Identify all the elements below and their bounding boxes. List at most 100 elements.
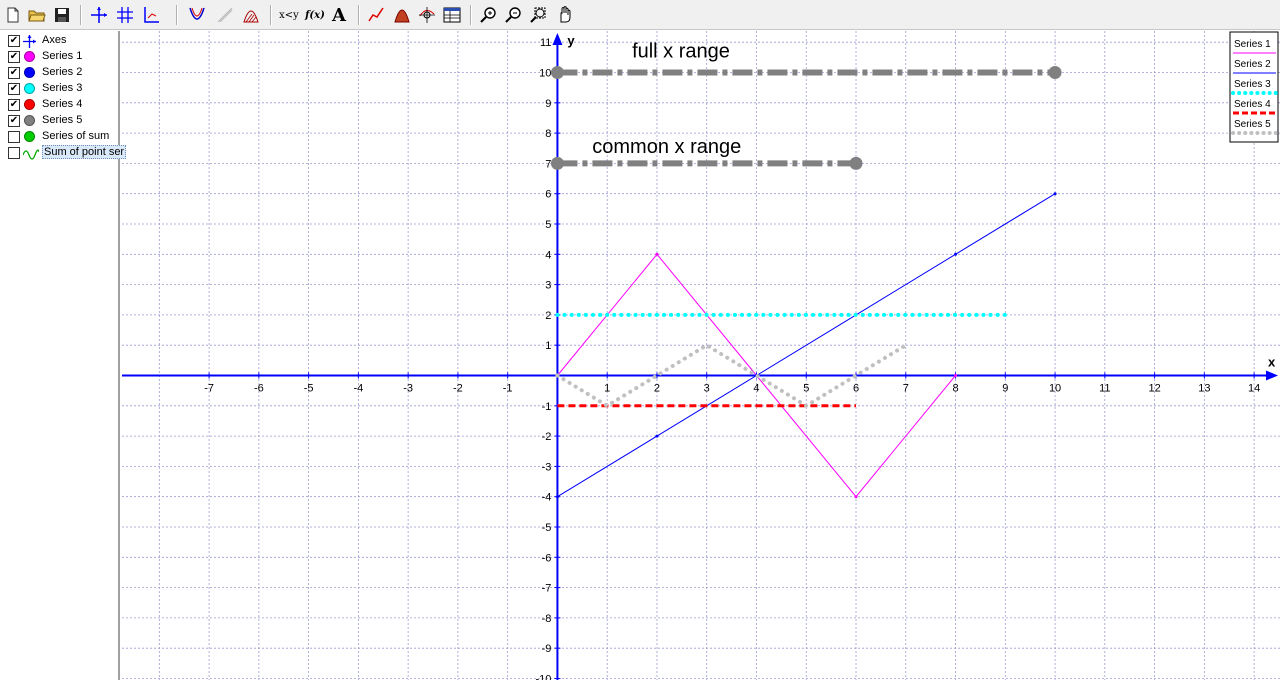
new-file-icon[interactable] bbox=[2, 4, 24, 26]
area-icon[interactable] bbox=[391, 4, 413, 26]
y-tick-label: -10 bbox=[536, 673, 552, 680]
grid-axes-icon[interactable] bbox=[114, 4, 136, 26]
axes-icon bbox=[23, 35, 36, 48]
list-item-label: Series 5 bbox=[42, 114, 83, 126]
x-tick-label: 5 bbox=[803, 382, 809, 394]
text-label-icon[interactable]: A bbox=[328, 4, 350, 26]
evaluate-icon[interactable] bbox=[416, 4, 438, 26]
legend-label: Series 4 bbox=[1234, 99, 1271, 110]
f-of-x-icon[interactable]: f(x) bbox=[303, 4, 327, 26]
checkbox[interactable]: ✔ bbox=[8, 99, 20, 111]
list-item-label: Series 3 bbox=[42, 82, 83, 94]
zoom-out-icon[interactable] bbox=[503, 4, 525, 26]
move-system-icon[interactable] bbox=[554, 4, 576, 26]
legend: Series 1 Series 2 Series 3 Series 4 Series 5 bbox=[1229, 31, 1279, 143]
y-tick-label: -9 bbox=[542, 643, 552, 655]
x-tick-label: 1 bbox=[604, 382, 610, 394]
x-tick-label: -4 bbox=[353, 382, 363, 394]
x-tick-label: -3 bbox=[403, 382, 413, 394]
annotation-label: common x range bbox=[592, 136, 741, 158]
axis-ticks: -7 -6 -5 -4 -3 -2 -1 1 2 3 4 5 6 7 8 9 10 11 12 13 141110987… bbox=[204, 37, 1260, 680]
list-item-label: Series 4 bbox=[42, 98, 83, 110]
axes-icon[interactable] bbox=[88, 4, 110, 26]
zoom-in-icon[interactable] bbox=[478, 4, 500, 26]
x-tick-label: -1 bbox=[503, 382, 513, 394]
y-tick-label: 11 bbox=[540, 37, 551, 49]
list-item-series-4[interactable]: ✔ Series 4 bbox=[7, 97, 119, 113]
x-tick-label: 14 bbox=[1248, 382, 1260, 394]
range-end-marker bbox=[550, 156, 564, 170]
list-item-label: Series of sum bbox=[42, 130, 110, 142]
y-tick-label: -4 bbox=[542, 492, 552, 504]
checkbox[interactable]: ✔ bbox=[8, 67, 20, 79]
y-tick-label: -2 bbox=[542, 431, 552, 443]
dot-icon bbox=[24, 67, 35, 78]
save-icon[interactable] bbox=[51, 4, 73, 26]
x-tick-label: 10 bbox=[1049, 382, 1061, 394]
y-tick-label: 2 bbox=[545, 310, 551, 322]
y-tick-label: 3 bbox=[545, 280, 551, 292]
list-item-sum-of-point-series[interactable]: Sum of point ser bbox=[7, 145, 127, 161]
zoom-square-icon[interactable] bbox=[528, 4, 550, 26]
dot-icon bbox=[24, 115, 35, 126]
relation-icon[interactable]: x<y bbox=[277, 4, 301, 26]
series-1-point bbox=[854, 495, 858, 499]
y-tick-label: -3 bbox=[542, 461, 552, 473]
list-item-series-of-sum[interactable]: Series of sum bbox=[7, 129, 119, 145]
y-tick-label: -8 bbox=[542, 613, 552, 625]
y-tick-label: 5 bbox=[545, 219, 551, 231]
list-item-label: Sum of point ser bbox=[42, 145, 127, 159]
x-tick-label: 6 bbox=[853, 382, 859, 394]
y-axis-arrow bbox=[552, 33, 563, 45]
series-1-point bbox=[954, 373, 958, 377]
x-tick-label: 3 bbox=[704, 382, 710, 394]
y-tick-label: 8 bbox=[545, 128, 551, 140]
list-item-label: Series 2 bbox=[42, 66, 83, 78]
list-item-axes[interactable]: ✔ Axes bbox=[7, 33, 119, 49]
shading-icon[interactable] bbox=[240, 4, 262, 26]
grid bbox=[122, 31, 1280, 680]
y-tick-label: -1 bbox=[542, 401, 552, 413]
x-axis-arrow bbox=[1266, 370, 1278, 381]
x-tick-label: 9 bbox=[1002, 382, 1008, 394]
checkbox[interactable]: ✔ bbox=[8, 51, 20, 63]
checkbox[interactable]: ✔ bbox=[8, 115, 20, 127]
y-tick-label: 6 bbox=[545, 189, 551, 201]
y-tick-label: 7 bbox=[545, 158, 551, 170]
graph-canvas[interactable]: x y -7 -6 -5 -4 -3 -2 -1 1 2 3 4 5 6 7 8 9 10 11 12 13 14111… bbox=[122, 31, 1280, 680]
function-plot-icon[interactable] bbox=[186, 4, 208, 26]
wave-icon bbox=[22, 147, 40, 160]
table-icon[interactable] bbox=[441, 4, 463, 26]
x-axis-label: x bbox=[1268, 354, 1276, 369]
series-2-point bbox=[1053, 192, 1057, 196]
checkbox[interactable] bbox=[8, 131, 20, 143]
x-tick-label: 7 bbox=[903, 382, 909, 394]
y-tick-label: 9 bbox=[545, 98, 551, 110]
object-list: ✔ Axes ✔ Series 1 ✔ Series 2 ✔ Series 3 … bbox=[0, 31, 127, 680]
x-tick-label: 8 bbox=[952, 382, 958, 394]
range-end-marker bbox=[1048, 66, 1062, 80]
dot-icon bbox=[24, 51, 35, 62]
x-tick-label: -7 bbox=[204, 382, 214, 394]
y-tick-label: -7 bbox=[542, 583, 552, 595]
range-end-marker bbox=[550, 66, 564, 80]
legend-label: Series 3 bbox=[1234, 79, 1271, 90]
point-series-icon[interactable] bbox=[365, 4, 387, 26]
x-tick-label: 12 bbox=[1148, 382, 1160, 394]
checkbox[interactable] bbox=[8, 147, 20, 159]
series-2-point bbox=[555, 495, 559, 499]
series-2-point bbox=[655, 434, 659, 438]
legend-label: Series 2 bbox=[1234, 59, 1271, 70]
list-item-series-3[interactable]: ✔ Series 3 bbox=[7, 81, 119, 97]
open-folder-icon[interactable] bbox=[26, 4, 48, 26]
axes-labels-icon[interactable] bbox=[140, 4, 162, 26]
list-item-series-1[interactable]: ✔ Series 1 bbox=[7, 49, 119, 65]
y-tick-label: -6 bbox=[542, 552, 552, 564]
checkbox[interactable]: ✔ bbox=[8, 35, 20, 47]
dot-icon bbox=[24, 99, 35, 110]
list-item-series-2[interactable]: ✔ Series 2 bbox=[7, 65, 119, 81]
list-item-series-5[interactable]: ✔ Series 5 bbox=[7, 113, 119, 129]
checkbox[interactable]: ✔ bbox=[8, 83, 20, 95]
x-tick-label: 4 bbox=[753, 382, 759, 394]
list-item-label: Axes bbox=[42, 34, 67, 46]
